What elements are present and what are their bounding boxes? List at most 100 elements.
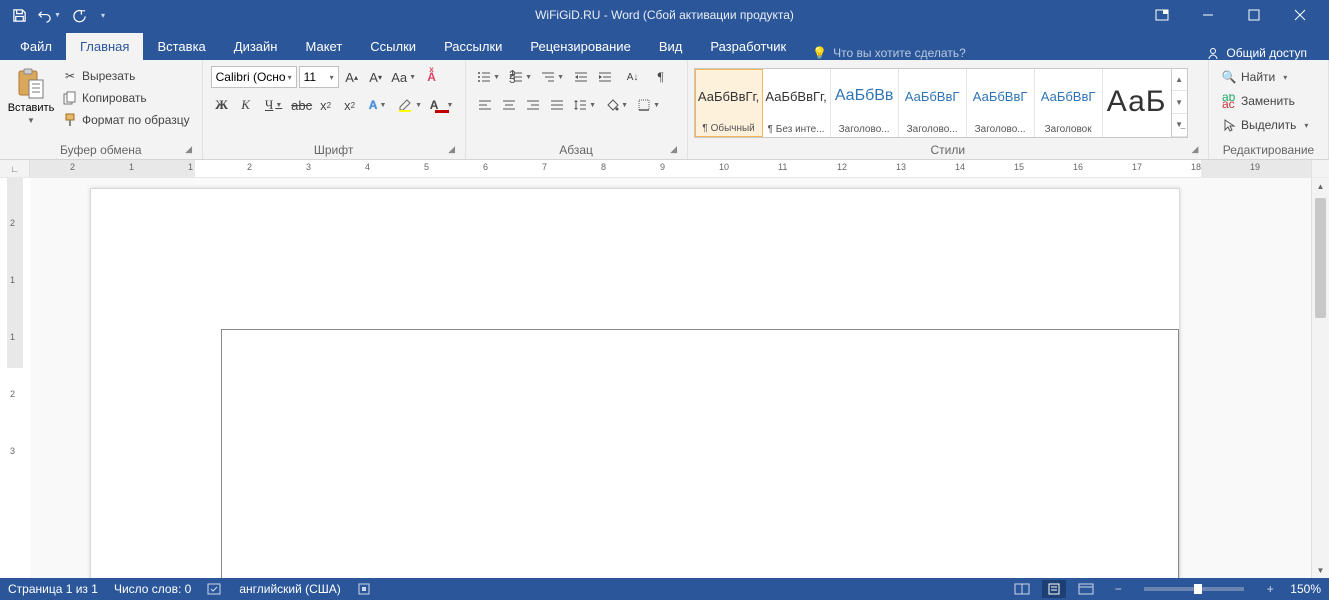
zoom-in-button[interactable]: +: [1258, 580, 1282, 598]
paragraph-launcher[interactable]: ◢: [667, 142, 681, 156]
ruler-corner[interactable]: ∟: [0, 160, 30, 177]
styles-launcher[interactable]: ◢: [1188, 142, 1202, 156]
group-paragraph: ▼ 123▼ ▼ A↓ ¶ ▼ ▼ ▼ Абзац ◢: [466, 60, 688, 159]
tab-view[interactable]: Вид: [645, 33, 697, 60]
style-heading3[interactable]: АаБбВвГЗаголово...: [967, 69, 1035, 137]
font-size-combo[interactable]: 11▾: [299, 66, 339, 88]
font-color-button[interactable]: A▼: [427, 94, 457, 116]
tab-home[interactable]: Главная: [66, 33, 143, 60]
text-effects-button[interactable]: A▼: [363, 94, 393, 116]
shading-button[interactable]: ▼: [602, 94, 632, 116]
subscript-button[interactable]: x2: [315, 94, 337, 116]
tab-references[interactable]: Ссылки: [356, 33, 430, 60]
line-spacing-button[interactable]: ▼: [570, 94, 600, 116]
tab-mailings[interactable]: Рассылки: [430, 33, 516, 60]
status-language[interactable]: английский (США): [239, 582, 340, 596]
ruler-horizontal-area: ∟ 2112345678910111213141516171819: [0, 160, 1329, 178]
style-heading1[interactable]: АаБбВвЗаголово...: [831, 69, 899, 137]
undo-button[interactable]: ▼: [36, 2, 62, 28]
tab-review[interactable]: Рецензирование: [516, 33, 644, 60]
page[interactable]: [90, 188, 1180, 578]
style-heading2[interactable]: АаБбВвГЗаголово...: [899, 69, 967, 137]
grow-font-button[interactable]: A▴: [341, 66, 363, 88]
zoom-slider[interactable]: [1144, 587, 1244, 591]
bullets-button[interactable]: ▼: [474, 66, 504, 88]
status-page[interactable]: Страница 1 из 1: [8, 582, 98, 596]
close-button[interactable]: [1277, 0, 1323, 30]
align-left-button[interactable]: [474, 94, 496, 116]
style-no-spacing[interactable]: АаБбВвГг,¶ Без инте...: [763, 69, 831, 137]
paste-button[interactable]: Вставить ▼: [6, 64, 56, 129]
italic-button[interactable]: К: [235, 94, 257, 116]
format-painter-button[interactable]: Формат по образцу: [58, 110, 194, 130]
style-normal[interactable]: АаБбВвГг,¶ Обычный: [695, 69, 763, 137]
scroll-down-arrow[interactable]: ▼: [1312, 562, 1329, 578]
borders-button[interactable]: ▼: [634, 94, 664, 116]
vertical-scrollbar[interactable]: ▲ ▼: [1311, 178, 1329, 578]
tab-developer[interactable]: Разработчик: [696, 33, 800, 60]
decrease-indent-button[interactable]: [570, 66, 592, 88]
shrink-font-button[interactable]: A▾: [365, 66, 387, 88]
underline-button[interactable]: Ч▼: [259, 94, 289, 116]
ruler-vertical[interactable]: 21123: [0, 178, 30, 578]
view-print-layout[interactable]: [1042, 580, 1066, 598]
zoom-level[interactable]: 150%: [1290, 582, 1321, 596]
strikethrough-button[interactable]: abc: [291, 94, 313, 116]
tab-insert[interactable]: Вставка: [143, 33, 219, 60]
quick-access-toolbar: ▼ ▾: [6, 2, 110, 28]
save-button[interactable]: [6, 2, 32, 28]
tab-file[interactable]: Файл: [6, 33, 66, 60]
tab-layout[interactable]: Макет: [291, 33, 356, 60]
replace-button[interactable]: abacЗаменить: [1217, 90, 1312, 112]
styles-scroll: ▲ ▼ ▼̲: [1171, 69, 1187, 137]
font-name-combo[interactable]: Calibri (Осно▾: [211, 66, 297, 88]
group-font-label: Шрифт: [314, 143, 353, 157]
sort-button[interactable]: A↓: [618, 66, 648, 88]
style-title[interactable]: АаБбВвГЗаголовок: [1035, 69, 1103, 137]
document-canvas[interactable]: [30, 178, 1311, 578]
superscript-button[interactable]: x2: [339, 94, 361, 116]
view-read-mode[interactable]: [1010, 580, 1034, 598]
font-launcher[interactable]: ◢: [445, 142, 459, 156]
maximize-button[interactable]: [1231, 0, 1277, 30]
styles-scroll-down[interactable]: ▼: [1172, 91, 1187, 114]
find-button[interactable]: 🔍Найти▾: [1217, 66, 1312, 88]
zoom-slider-thumb[interactable]: [1194, 584, 1202, 594]
align-right-button[interactable]: [522, 94, 544, 116]
status-words[interactable]: Число слов: 0: [114, 582, 191, 596]
view-web-layout[interactable]: [1074, 580, 1098, 598]
scroll-thumb[interactable]: [1315, 198, 1326, 318]
group-paragraph-label: Абзац: [559, 143, 593, 157]
bold-button[interactable]: Ж: [211, 94, 233, 116]
styles-expand[interactable]: ▼̲: [1172, 114, 1187, 137]
clear-formatting-button[interactable]: Aͯ: [421, 66, 443, 88]
select-button[interactable]: Выделить▾: [1217, 114, 1312, 136]
ribbon-display-options-button[interactable]: [1139, 0, 1185, 30]
redo-button[interactable]: [66, 2, 92, 28]
status-proofing-icon[interactable]: [207, 582, 223, 596]
increase-indent-button[interactable]: [594, 66, 616, 88]
show-marks-button[interactable]: ¶: [650, 66, 672, 88]
styles-scroll-up[interactable]: ▲: [1172, 69, 1187, 92]
highlight-button[interactable]: ▼: [395, 94, 425, 116]
zoom-out-button[interactable]: −: [1106, 580, 1130, 598]
ruler-horizontal[interactable]: 2112345678910111213141516171819: [30, 160, 1311, 177]
qat-customize-button[interactable]: ▾: [96, 2, 110, 28]
multilevel-list-button[interactable]: ▼: [538, 66, 568, 88]
cut-button[interactable]: ✂Вырезать: [58, 66, 194, 86]
bucket-icon: [605, 98, 619, 112]
share-button[interactable]: Общий доступ: [1190, 46, 1323, 60]
status-macro-icon[interactable]: [357, 582, 371, 596]
scroll-up-arrow[interactable]: ▲: [1312, 178, 1329, 194]
change-case-button[interactable]: Aa▼: [389, 66, 419, 88]
ribbon-tabs: Файл Главная Вставка Дизайн Макет Ссылки…: [0, 30, 1329, 60]
numbering-button[interactable]: 123▼: [506, 66, 536, 88]
tab-design[interactable]: Дизайн: [220, 33, 292, 60]
align-center-button[interactable]: [498, 94, 520, 116]
tell-me[interactable]: 💡 Что вы хотите сделать?: [800, 46, 978, 60]
style-subtitle[interactable]: АаБ: [1103, 69, 1171, 137]
copy-button[interactable]: Копировать: [58, 88, 194, 108]
clipboard-launcher[interactable]: ◢: [182, 142, 196, 156]
justify-button[interactable]: [546, 94, 568, 116]
minimize-button[interactable]: [1185, 0, 1231, 30]
